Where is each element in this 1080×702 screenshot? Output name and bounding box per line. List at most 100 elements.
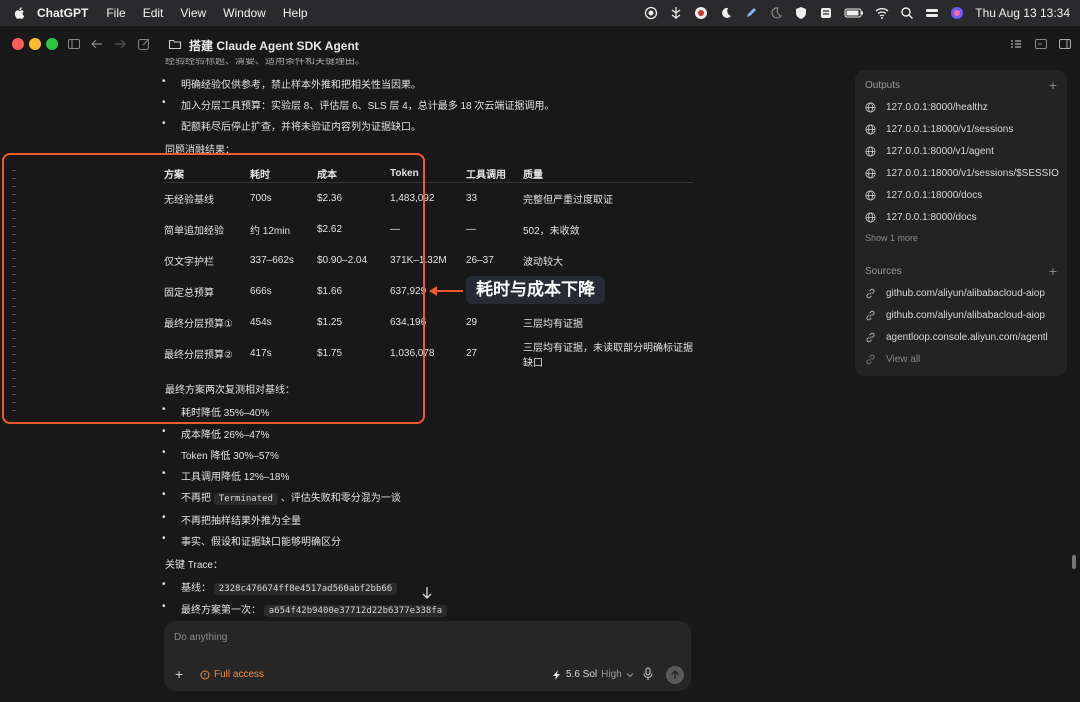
- search-icon[interactable]: [900, 6, 914, 20]
- add-output-button[interactable]: +: [1049, 77, 1057, 93]
- source-item[interactable]: github.com/aliyun/alibabacloud-aiop: [865, 310, 1061, 321]
- link-icon: [866, 332, 875, 343]
- highlight-box: [2, 153, 425, 424]
- table-cell: 27: [466, 348, 478, 359]
- title-more-button[interactable]: ···: [336, 34, 353, 50]
- message-input[interactable]: Do anything: [174, 632, 227, 643]
- pen-icon[interactable]: [744, 6, 758, 20]
- globe-icon: [865, 124, 876, 135]
- link-icon: [866, 310, 875, 321]
- control-center-icon[interactable]: [925, 6, 939, 20]
- show-more-link[interactable]: Show 1 more: [865, 233, 918, 243]
- globe-icon: [865, 102, 876, 113]
- menu-file[interactable]: File: [106, 6, 125, 20]
- clipboard-icon[interactable]: [819, 6, 833, 20]
- minimize-window-button[interactable]: [29, 38, 41, 50]
- bolt-icon: [553, 669, 560, 680]
- folder-icon: [168, 39, 182, 50]
- output-item[interactable]: 127.0.0.1:8000/v1/agent: [865, 146, 1061, 157]
- table-cell: 26–37: [466, 255, 494, 266]
- menu-bar: ChatGPT File Edit View Window Help Thu A…: [0, 0, 1080, 26]
- list-item: 明确经验仅供参考，禁止样本外推和把相关性当因果。: [162, 76, 421, 91]
- output-item[interactable]: 127.0.0.1:8000/docs: [865, 212, 1061, 223]
- composer[interactable]: Do anything + Full access 5.6 Sol High: [164, 621, 691, 691]
- network-icon[interactable]: [669, 6, 683, 20]
- terminal-view-icon[interactable]: [1034, 37, 1048, 51]
- battery-icon[interactable]: [844, 6, 864, 20]
- shield-icon[interactable]: [794, 6, 808, 20]
- send-button[interactable]: [666, 666, 684, 684]
- trace-heading: 关键 Trace：: [165, 560, 223, 571]
- vpn-icon[interactable]: [694, 6, 708, 20]
- back-arrow-icon[interactable]: [90, 37, 104, 51]
- globe-icon: [865, 212, 876, 223]
- record-icon[interactable]: [644, 6, 658, 20]
- add-source-button[interactable]: +: [1049, 263, 1057, 279]
- focus-icon[interactable]: [769, 6, 783, 20]
- access-mode-button[interactable]: Full access: [200, 669, 264, 680]
- annotation-arrow-head: [429, 286, 437, 296]
- model-selector[interactable]: 5.6 Sol High: [552, 669, 634, 680]
- list-item: 不再把 Terminated 、评估失败和零分混为一谈: [162, 489, 401, 505]
- view-all-link[interactable]: View all: [865, 354, 1061, 365]
- moon-icon[interactable]: [719, 6, 733, 20]
- outline-view-icon[interactable]: [1009, 37, 1023, 51]
- scroll-down-icon[interactable]: [420, 586, 434, 600]
- panel-toggle-icon[interactable]: [1058, 37, 1072, 51]
- side-panel: Outputs + 127.0.0.1:8000/healthz 127.0.0.…: [855, 70, 1067, 376]
- status-items: Thu Aug 13 13:34: [644, 0, 1070, 26]
- globe-icon: [865, 146, 876, 157]
- list-item: 不再把抽样结果外推为全量: [162, 512, 301, 527]
- apple-icon[interactable]: [13, 6, 27, 20]
- table-cell: 波动较大: [523, 257, 563, 268]
- trace-id[interactable]: 2328c476674ff8e4517ad560abf2bb66: [213, 583, 398, 595]
- output-item[interactable]: 127.0.0.1:18000/v1/sessions: [865, 124, 1061, 135]
- globe-icon: [865, 168, 876, 179]
- output-item[interactable]: 127.0.0.1:18000/docs: [865, 190, 1061, 201]
- zoom-window-button[interactable]: [46, 38, 58, 50]
- microphone-icon[interactable]: [642, 667, 654, 681]
- wifi-icon[interactable]: [875, 6, 889, 20]
- arrow-up-icon: [670, 669, 680, 679]
- info-icon: [200, 670, 210, 679]
- trace-id[interactable]: a654f42b9400e37712d22b6377e338fa: [263, 605, 448, 617]
- link-icon: [866, 354, 875, 365]
- list-item: Token 降低 30%–57%: [162, 447, 279, 462]
- scrollbar[interactable]: [1072, 555, 1076, 569]
- link-icon: [866, 288, 875, 299]
- source-item[interactable]: github.com/aliyun/alibabacloud-aiop: [865, 288, 1061, 299]
- menubar-clock[interactable]: Thu Aug 13 13:34: [975, 6, 1070, 20]
- table-cell: 33: [466, 193, 478, 204]
- table-header: 工具调用: [466, 169, 506, 181]
- forward-arrow-icon[interactable]: [113, 37, 127, 51]
- trace-item: 基线： 2328c476674ff8e4517ad560abf2bb66: [162, 579, 398, 595]
- menu-window[interactable]: Window: [223, 6, 266, 20]
- sidebar-toggle-icon[interactable]: [67, 37, 81, 51]
- annotation-label: 耗时与成本下降: [466, 276, 605, 304]
- outputs-title: Outputs: [865, 80, 901, 91]
- close-window-button[interactable]: [12, 38, 24, 50]
- table-cell: 502，未收敛: [523, 226, 580, 237]
- menu-help[interactable]: Help: [283, 6, 308, 20]
- output-item[interactable]: 127.0.0.1:8000/healthz: [865, 102, 1061, 113]
- sources-title: Sources: [865, 266, 902, 277]
- menu-edit[interactable]: Edit: [143, 6, 164, 20]
- list-item: 成本降低 26%–47%: [162, 426, 269, 441]
- source-item[interactable]: agentloop.console.aliyun.com/agentl: [865, 332, 1061, 343]
- list-item: 事实、假设和证据缺口能够明确区分: [162, 533, 341, 548]
- table-cell: 29: [466, 317, 478, 328]
- annotation-arrow: [435, 290, 463, 292]
- table-cell: —: [466, 224, 476, 235]
- app-menu[interactable]: ChatGPT: [37, 6, 88, 20]
- new-chat-icon[interactable]: [137, 37, 151, 51]
- chevron-down-icon: [626, 672, 634, 677]
- attach-button[interactable]: +: [175, 666, 183, 682]
- table-cell: 完整但严重过度取证: [523, 195, 613, 206]
- siri-icon[interactable]: [950, 6, 964, 20]
- list-item: 配额耗尽后停止扩查，并将未验证内容列为证据缺口。: [162, 118, 421, 133]
- output-item[interactable]: 127.0.0.1:18000/v1/sessions/$SESSIO: [865, 168, 1061, 179]
- title-bar: 搭建 Claude Agent SDK Agent ···: [0, 26, 1080, 62]
- list-item: 加入分层工具预算：实验层 8、评估层 6、SLS 层 4，总计最多 18 次云端…: [162, 97, 554, 112]
- menu-view[interactable]: View: [180, 6, 206, 20]
- table-cell: 三层均有证据: [523, 319, 583, 330]
